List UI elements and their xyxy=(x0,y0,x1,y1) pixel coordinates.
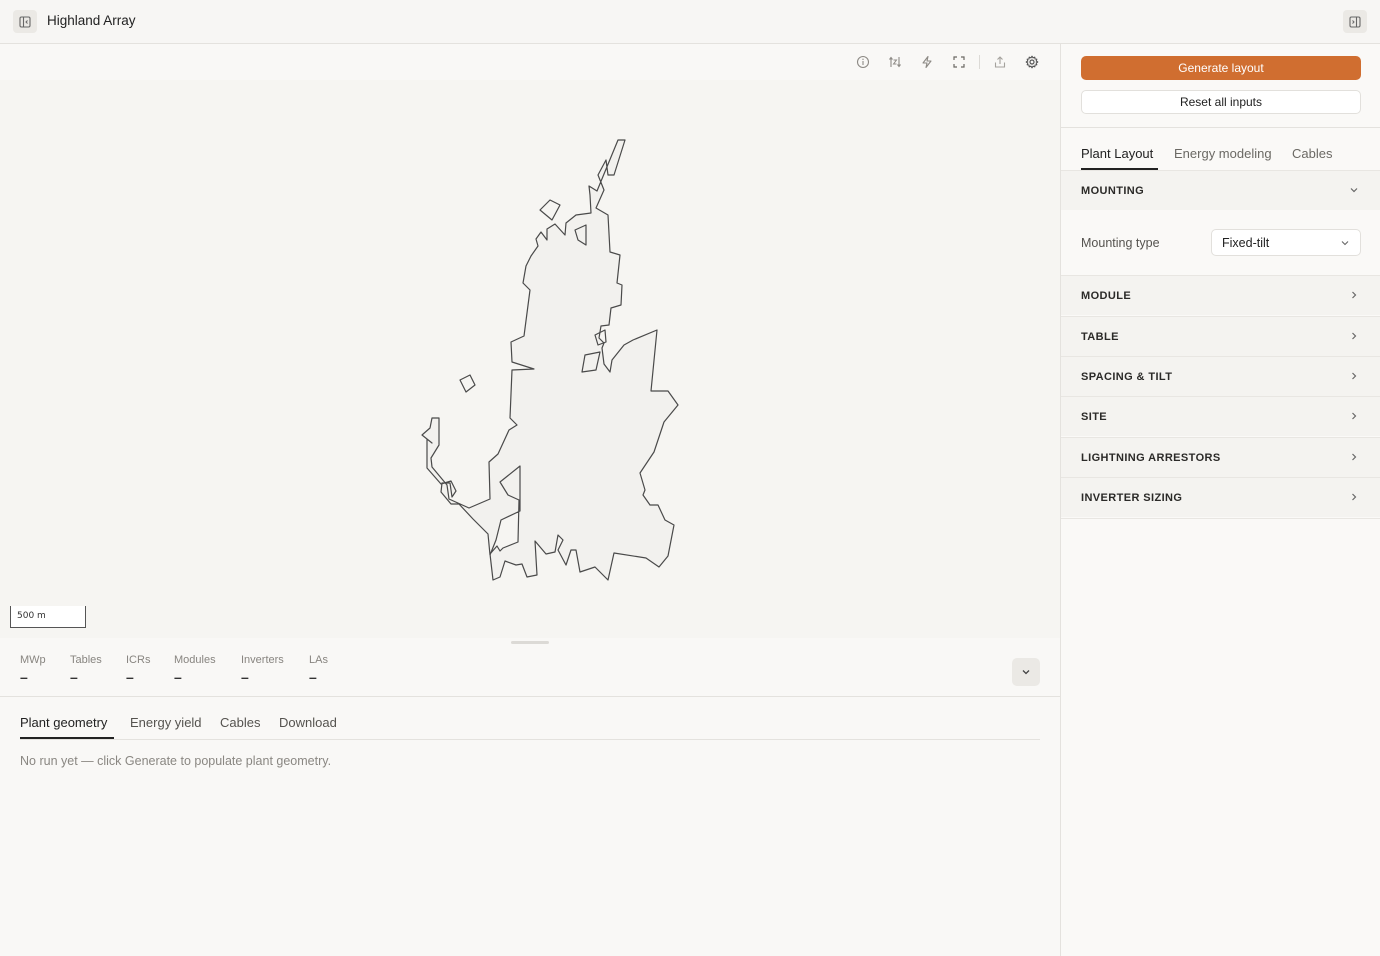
info-button[interactable] xyxy=(854,53,872,71)
mounting-section-body: Mounting type Fixed-tilt xyxy=(1061,216,1380,275)
map-scale-bar: 500 m xyxy=(10,606,86,628)
panel-resize-handle[interactable] xyxy=(511,641,549,644)
stat-tables: Tables – xyxy=(70,654,102,684)
main-area: 500 m MWp – Tables – ICRs – Modules – In… xyxy=(0,44,1060,956)
site-boundary-outline xyxy=(421,139,679,581)
tab-energy-yield[interactable]: Energy yield xyxy=(130,715,202,730)
stat-value: – xyxy=(241,669,249,685)
chevron-right-icon xyxy=(1352,372,1357,380)
empty-state-message: No run yet — click Generate to populate … xyxy=(20,754,332,768)
top-bar: Highland Array xyxy=(0,0,1380,44)
chevron-right-icon xyxy=(1352,291,1357,299)
settings-icon xyxy=(1025,55,1039,69)
mounting-type-value: Fixed-tilt xyxy=(1222,236,1270,250)
compare-icon xyxy=(889,56,901,68)
stat-label: Tables xyxy=(70,654,102,666)
section-label: MOUNTING xyxy=(1081,184,1145,197)
chevron-right-icon xyxy=(1352,332,1357,340)
chevron-right-icon xyxy=(1352,453,1357,461)
reset-inputs-button[interactable]: Reset all inputs xyxy=(1081,90,1361,114)
project-title: Highland Array xyxy=(47,13,136,28)
section-site[interactable]: SITE xyxy=(1061,396,1380,436)
lightning-button[interactable] xyxy=(918,53,936,71)
tab-energy-modeling[interactable]: Energy modeling xyxy=(1174,146,1272,161)
mounting-type-label: Mounting type xyxy=(1081,236,1160,250)
section-label: MODULE xyxy=(1081,289,1132,302)
info-icon xyxy=(856,55,870,69)
stat-modules: Modules – xyxy=(174,654,216,684)
section-table[interactable]: TABLE xyxy=(1061,316,1380,356)
compare-button[interactable] xyxy=(886,53,904,71)
tab-cables[interactable]: Cables xyxy=(220,715,260,730)
stat-label: LAs xyxy=(309,654,328,666)
chevron-right-icon xyxy=(1352,493,1357,501)
sidebar-right-icon xyxy=(1349,15,1361,28)
chevron-down-icon xyxy=(1341,241,1349,246)
stat-inverters: Inverters – xyxy=(241,654,284,684)
chevron-down-icon xyxy=(1022,670,1030,675)
stat-label: MWp xyxy=(20,654,46,666)
toolbar-divider xyxy=(979,55,980,69)
generate-layout-button[interactable]: Generate layout xyxy=(1081,56,1361,80)
section-inverter-sizing[interactable]: INVERTER SIZING xyxy=(1061,477,1380,517)
chevron-right-icon xyxy=(1352,412,1357,420)
collapse-results-button[interactable] xyxy=(1012,658,1040,686)
sidebar-left-icon xyxy=(19,15,31,28)
tab-cables-panel[interactable]: Cables xyxy=(1292,146,1332,161)
stat-value: – xyxy=(174,669,182,685)
results-tabs: Plant geometry Energy yield Cables Downl… xyxy=(20,697,1040,740)
stat-value: – xyxy=(309,669,317,685)
lightning-icon xyxy=(922,55,932,69)
chevron-down-icon xyxy=(1350,188,1358,193)
share-icon xyxy=(994,56,1006,68)
settings-panel: Generate layout Reset all inputs Plant L… xyxy=(1060,44,1380,956)
map-toolbar xyxy=(0,44,1060,80)
fullscreen-icon xyxy=(953,56,965,68)
section-module[interactable]: MODULE xyxy=(1061,275,1380,315)
settings-button[interactable] xyxy=(1023,53,1041,71)
stat-value: – xyxy=(126,669,134,685)
stat-value: – xyxy=(20,669,28,685)
stat-label: ICRs xyxy=(126,654,151,666)
section-lightning-arrestors[interactable]: LIGHTNING ARRESTORS xyxy=(1061,437,1380,477)
section-mounting[interactable]: MOUNTING xyxy=(1061,170,1380,210)
sections-bottom-border xyxy=(1061,518,1380,519)
summary-stats: MWp – Tables – ICRs – Modules – Inverter… xyxy=(0,650,1060,696)
stat-value: – xyxy=(70,669,78,685)
section-label: TABLE xyxy=(1081,330,1119,343)
tab-plant-geometry[interactable]: Plant geometry xyxy=(20,715,107,730)
sidebar-left-toggle-button[interactable] xyxy=(13,10,37,33)
site-boundary xyxy=(421,139,679,581)
stat-label: Modules xyxy=(174,654,216,666)
section-spacing-tilt[interactable]: SPACING & TILT xyxy=(1061,356,1380,396)
stat-icrs: ICRs – xyxy=(126,654,150,684)
section-label: INVERTER SIZING xyxy=(1081,491,1183,504)
share-button[interactable] xyxy=(991,53,1009,71)
stat-las: LAs – xyxy=(309,654,328,684)
fullscreen-button[interactable] xyxy=(950,53,968,71)
tab-plant-layout[interactable]: Plant Layout xyxy=(1081,146,1153,161)
stat-label: Inverters xyxy=(241,654,284,666)
panel-divider xyxy=(1061,127,1380,128)
tab-download[interactable]: Download xyxy=(279,715,337,730)
active-tab-indicator xyxy=(20,737,114,739)
stat-mwp: MWp – xyxy=(20,654,46,684)
mounting-type-select[interactable]: Fixed-tilt xyxy=(1211,229,1361,256)
section-label: LIGHTNING ARRESTORS xyxy=(1081,451,1221,464)
sidebar-right-toggle-button[interactable] xyxy=(1343,10,1367,33)
map-canvas[interactable]: 500 m xyxy=(0,80,1060,638)
section-label: SPACING & TILT xyxy=(1081,370,1173,383)
section-label: SITE xyxy=(1081,410,1108,423)
